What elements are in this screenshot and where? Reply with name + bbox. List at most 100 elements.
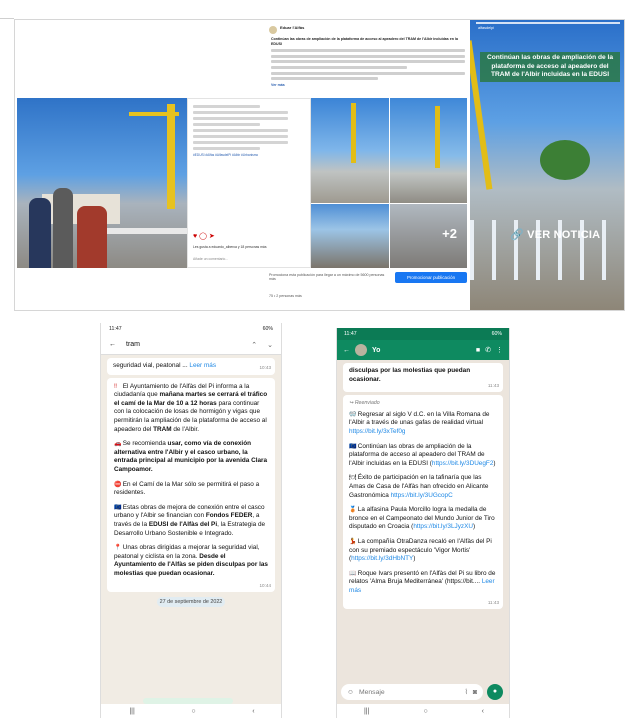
home-icon[interactable]: ○: [191, 708, 195, 715]
recent-apps-icon[interactable]: |||: [364, 708, 369, 715]
message-bubble[interactable]: ‼ El Ayuntamiento de l'Alfàs del Pi info…: [107, 377, 275, 593]
instagram-comment-input[interactable]: Añade un comentario...: [193, 257, 228, 261]
more-options-icon[interactable]: ⋮: [496, 346, 503, 354]
facebook-page-name[interactable]: Eduar l'Alfàs: [280, 25, 304, 31]
forward-icon: ↪: [349, 400, 354, 407]
microphone-button[interactable]: ●: [487, 684, 503, 700]
status-bar: 11:47 60%: [337, 328, 509, 340]
vr-goggles-icon: 🥽: [349, 411, 357, 418]
see-news-button[interactable]: 🔗 VER NOTICIA: [510, 228, 600, 241]
photo-construction-site: [17, 98, 187, 268]
story-account[interactable]: alfasdelpi: [478, 26, 494, 30]
android-nav-bar: ||| ○ ‹: [101, 704, 281, 718]
no-entry-icon: ⛔: [114, 481, 122, 488]
message-paragraph: 🍽 Éxito de participación en la tafinaría…: [349, 474, 489, 499]
chevron-up-icon[interactable]: ⌃: [251, 341, 257, 349]
back-icon[interactable]: ‹: [252, 708, 254, 715]
contact-name[interactable]: Yo: [372, 347, 471, 354]
message-link[interactable]: https://bit.ly/3UGcopC: [391, 492, 453, 499]
more-photos-count: +2: [442, 226, 457, 241]
camera-icon[interactable]: ◙: [473, 689, 477, 696]
forwarded-label: ↪ Reenviado: [349, 400, 380, 407]
back-arrow-icon[interactable]: ←: [343, 347, 350, 354]
page: #EDUSI #Alfàs #AlfasdelPi #Albir #Urbani…: [0, 0, 625, 718]
message-link[interactable]: https://bit.ly/3LJyzXU: [413, 523, 473, 530]
social-media-collage: #EDUSI #Alfàs #AlfasdelPi #Albir #Urbani…: [14, 19, 625, 311]
message-link[interactable]: https://bit.ly/3dHbNTY: [351, 555, 413, 562]
message-text: seguridad vial, peatonal ...: [113, 362, 188, 369]
message-link[interactable]: https://bit.ly/3xTef0g: [349, 428, 405, 435]
story-progress: [476, 22, 620, 24]
car-icon: 🚗: [114, 441, 122, 448]
avatar[interactable]: [269, 26, 277, 34]
medal-icon: 🥉: [349, 507, 357, 514]
grid-photo-more[interactable]: +2: [390, 204, 467, 268]
promote-row: Promociona esta publicación para llegar …: [269, 272, 467, 308]
dance-icon: 💃: [349, 538, 357, 545]
heart-icon[interactable]: ♥ ◯ ➤: [193, 233, 215, 240]
battery-level: 60%: [262, 326, 273, 332]
read-more-link[interactable]: Leer más: [189, 362, 216, 369]
phone-icon[interactable]: ✆: [485, 346, 491, 354]
instagram-likes: Les gusta a eduardo_alberca y 18 persona…: [193, 244, 267, 249]
story-headline: Continúan las obras de ampliación de la …: [480, 52, 620, 82]
chevron-down-icon[interactable]: ⌄: [267, 341, 273, 349]
grid-photo[interactable]: [311, 204, 389, 268]
status-time: 11:47: [109, 326, 122, 332]
message-paragraph: 🇪🇺 Estas obras de mejora de conexión ent…: [114, 503, 266, 537]
message-bubble[interactable]: disculpas por las molestias que puedan o…: [343, 363, 503, 393]
battery-level: 60%: [491, 331, 502, 337]
video-call-icon[interactable]: ■: [476, 347, 480, 354]
message-bubble[interactable]: seguridad vial, peatonal ... Leer más 10…: [107, 358, 275, 375]
message-time: 11:43: [487, 382, 499, 388]
message-paragraph: 🥉 La alfasina Paula Morcillo logra la me…: [349, 506, 495, 531]
android-nav-bar: ||| ○ ‹: [337, 704, 509, 718]
message-input[interactable]: ☺ Mensaje ⌇ ◙: [341, 684, 483, 700]
grid-photo[interactable]: [311, 98, 389, 203]
message-paragraph: 🥽 Regresar al siglo V d.C. en la Villa R…: [349, 410, 490, 435]
message-paragraph: 🚗 Se recomienda usar, como vía de conexi…: [114, 440, 268, 473]
message-paragraph: 📍 Unas obras dirigidas a mejorar la segu…: [114, 544, 268, 577]
promote-text: Promociona esta publicación para llegar …: [269, 273, 385, 281]
status-bar: 11:47 60%: [101, 323, 281, 335]
whatsapp-chat-screen: 11:47 60% ← Yo ■ ✆ ⋮ disculpas por las m…: [336, 328, 510, 718]
facebook-post-headline: Continúan las obras de ampliación de la …: [271, 37, 458, 46]
book-icon: 📖: [349, 570, 357, 577]
avatar[interactable]: [355, 344, 367, 356]
message-link[interactable]: https://bit.ly/3DUegF2: [432, 460, 493, 467]
chat-header: ← Yo ■ ✆ ⋮: [337, 340, 509, 360]
photo-grid: +2: [311, 98, 467, 268]
attach-icon[interactable]: ⌇: [465, 688, 468, 696]
grid-photo[interactable]: [390, 98, 467, 203]
instagram-story[interactable]: alfasdelpi Continúan las obras de amplia…: [470, 20, 624, 310]
android-messages-screen: 11:47 60% ← tram ⌃ ⌄ seguridad vial, pea…: [100, 323, 282, 718]
divider: [0, 18, 14, 19]
back-arrow-icon[interactable]: ←: [109, 341, 116, 348]
back-icon[interactable]: ‹: [482, 708, 484, 715]
home-icon[interactable]: ○: [423, 708, 427, 715]
emoji-icon[interactable]: ☺: [347, 689, 354, 696]
eu-flag-icon: 🇪🇺: [349, 443, 357, 450]
message-time: 10:44: [259, 582, 272, 588]
search-bar: ← tram ⌃ ⌄: [101, 335, 281, 355]
exclamation-icon: ‼: [114, 383, 117, 390]
message-text: disculpas por las molestias que puedan o…: [349, 367, 471, 383]
recent-apps-icon[interactable]: |||: [129, 708, 134, 715]
post-views: 75 • 2 personas más: [269, 294, 302, 298]
microphone-icon: ●: [492, 688, 498, 695]
pin-icon: 📍: [114, 545, 122, 552]
message-bubble[interactable]: ↪ Reenviado 🥽 Regresar al siglo V d.C. e…: [343, 395, 503, 610]
search-input[interactable]: tram: [126, 341, 241, 348]
search-highlight: TRAM: [153, 425, 172, 433]
date-chip: 27 de septiembre de 2022: [157, 597, 225, 608]
eu-flag-icon: 🇪🇺: [114, 504, 122, 511]
message-paragraph: 📖 Roque Ivars presentó en l'Alfàs del Pi…: [349, 569, 496, 594]
promote-post-button[interactable]: Promocionar publicación: [395, 272, 467, 283]
message-placeholder[interactable]: Mensaje: [359, 689, 460, 696]
message-paragraph: 💃 La compañía OtraDanza recaló en l'Alfà…: [349, 537, 492, 563]
see-more-link[interactable]: Ver más: [271, 83, 465, 88]
message-time: 10:43: [259, 365, 272, 370]
instagram-post-panel: #EDUSI #Alfàs #AlfasdelPi #Albir #Urbani…: [187, 98, 311, 268]
dish-icon: 🍽: [349, 475, 357, 482]
message-paragraph: 🇪🇺 Continúan las obras de ampliación de …: [349, 442, 496, 467]
